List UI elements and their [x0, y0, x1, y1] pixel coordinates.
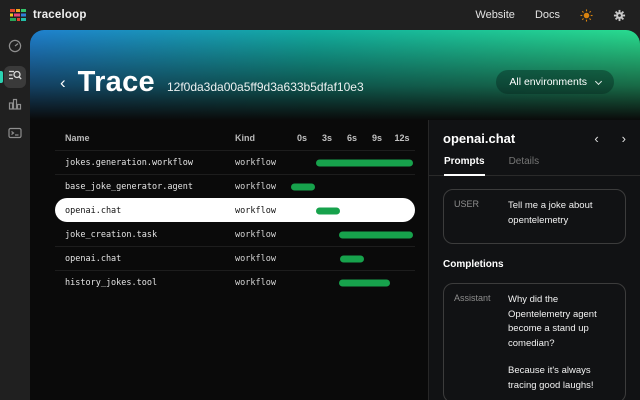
environment-dropdown-label: All environments [509, 76, 587, 88]
next-span-chevron-icon[interactable]: › [622, 132, 626, 145]
topbar-right: Website Docs [475, 9, 626, 22]
content-row: Name Kind 0s 3s 6s 9s 12s jokes.generation.w… [30, 120, 640, 400]
theme-sun-icon[interactable] [580, 9, 593, 22]
span-timeline [290, 199, 415, 222]
span-kind: workflow [235, 206, 290, 216]
active-indicator [0, 71, 3, 83]
message-card: USERTell me a joke about opentelemetry [443, 189, 626, 244]
span-name: joke_creation.task [55, 230, 235, 240]
span-row[interactable]: history_jokes.toolworkflow [55, 270, 415, 294]
span-row[interactable]: openai.chatworkflow [55, 246, 415, 270]
panel-title: openai.chat [443, 131, 515, 146]
span-timeline [290, 223, 415, 246]
axis-tick: 9s [372, 133, 382, 143]
duration-bar [316, 159, 413, 166]
axis-tick: 12s [394, 133, 409, 143]
column-header-name: Name [55, 133, 235, 143]
chevron-down-icon [595, 77, 602, 84]
message-card: AssistantWhy did the Opentelemetry agent… [443, 283, 626, 400]
gauge-icon [8, 39, 22, 58]
search-list-icon [8, 68, 22, 87]
axis-tick: 0s [297, 133, 307, 143]
duration-bar [339, 279, 390, 286]
column-header-kind: Kind [235, 133, 290, 143]
span-row[interactable]: jokes.generation.workflowworkflow [55, 150, 415, 174]
span-name: openai.chat [55, 206, 235, 216]
span-timeline [290, 175, 415, 198]
duration-bar [291, 183, 315, 190]
span-kind: workflow [235, 182, 290, 192]
axis-tick: 6s [347, 133, 357, 143]
timeline-axis: 0s 3s 6s 9s 12s [290, 126, 415, 150]
sidebar-item-playground[interactable] [4, 124, 26, 146]
prev-span-chevron-icon[interactable]: ‹ [594, 132, 598, 145]
span-name: openai.chat [55, 254, 235, 264]
docs-link[interactable]: Docs [535, 9, 560, 21]
axis-tick: 3s [322, 133, 332, 143]
trace-id: 12f0da3da00a5ff9d3a633b5dfaf10e3 [167, 80, 364, 94]
span-row[interactable]: openai.chatworkflow [55, 198, 415, 222]
settings-gear-icon[interactable] [613, 9, 626, 22]
span-timeline [290, 271, 415, 294]
panel-tabs: Prompts Details [429, 156, 640, 176]
span-row[interactable]: base_joke_generator.agentworkflow [55, 174, 415, 198]
span-row[interactable]: joke_creation.taskworkflow [55, 222, 415, 246]
terminal-icon [8, 126, 22, 145]
duration-bar [339, 231, 413, 238]
brand[interactable]: traceloop [10, 9, 87, 22]
completions-section: AssistantWhy did the Opentelemetry agent… [443, 270, 626, 400]
prompts-section: USERTell me a joke about opentelemetry [443, 176, 626, 244]
bar-chart-icon [8, 97, 22, 116]
message-text: Why did the Opentelemetry agent become a… [508, 293, 615, 393]
span-kind: workflow [235, 158, 290, 168]
sidebar-item-traces[interactable] [4, 66, 26, 88]
sidebar [0, 30, 30, 400]
tab-details[interactable]: Details [509, 156, 540, 175]
message-text: Tell me a joke about opentelemetry [508, 199, 615, 234]
span-kind: workflow [235, 230, 290, 240]
span-detail-panel: openai.chat ‹ › Prompts Details USERTell … [428, 120, 640, 400]
span-kind: workflow [235, 278, 290, 288]
sidebar-item-dashboard[interactable] [4, 37, 26, 59]
brand-name: traceloop [33, 9, 87, 21]
span-name: jokes.generation.workflow [55, 158, 235, 168]
sidebar-item-analytics[interactable] [4, 95, 26, 117]
message-role: USER [454, 199, 500, 234]
completions-label: Completions [443, 259, 626, 270]
span-table: Name Kind 0s 3s 6s 9s 12s jokes.generation.w… [30, 120, 428, 400]
span-kind: workflow [235, 254, 290, 264]
traceloop-logo-icon [10, 9, 26, 22]
back-chevron-icon[interactable]: ‹ [60, 74, 66, 91]
topbar: traceloop Website Docs [0, 0, 640, 30]
message-role: Assistant [454, 293, 500, 393]
table-header: Name Kind 0s 3s 6s 9s 12s [55, 126, 415, 150]
span-timeline [290, 151, 415, 174]
page-title: Trace [78, 66, 155, 99]
span-name: base_joke_generator.agent [55, 182, 235, 192]
tab-prompts[interactable]: Prompts [444, 156, 485, 176]
environment-dropdown[interactable]: All environments [496, 70, 614, 94]
trace-header: ‹ Trace 12f0da3da00a5ff9d3a633b5dfaf10e3… [30, 30, 640, 120]
duration-bar [340, 255, 364, 262]
website-link[interactable]: Website [475, 9, 515, 21]
span-timeline [290, 247, 415, 270]
span-name: history_jokes.tool [55, 278, 235, 288]
main-surface: ‹ Trace 12f0da3da00a5ff9d3a633b5dfaf10e3… [30, 30, 640, 400]
table-rows: jokes.generation.workflowworkflowbase_jo… [55, 150, 415, 294]
duration-bar [316, 207, 340, 214]
